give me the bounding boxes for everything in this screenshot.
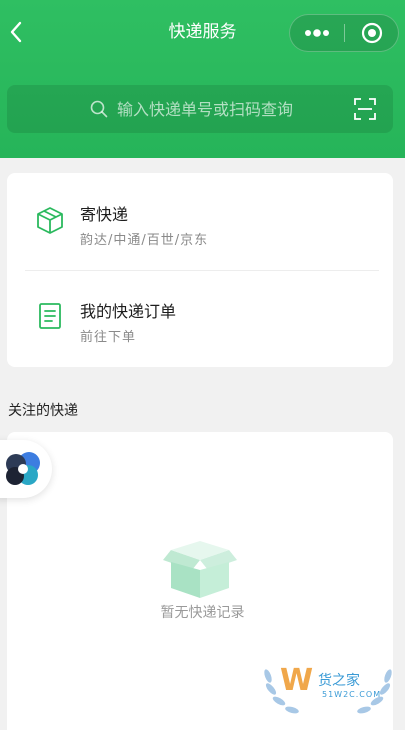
target-icon (361, 22, 383, 44)
more-dots-icon (305, 29, 329, 37)
search-icon (90, 100, 108, 118)
send-express-title: 寄快递 (80, 205, 129, 224)
my-orders-item[interactable]: 我的快递订单 前往下单 (7, 271, 393, 367)
header-bar: 快递服务 (0, 0, 405, 158)
aperture-icon (6, 452, 40, 485)
document-icon (39, 303, 61, 329)
more-button[interactable] (290, 15, 344, 51)
package-icon (37, 207, 63, 234)
services-card: 寄快递 韵达/中通/百世/京东 我的快递订单 前往下单 (7, 173, 393, 367)
send-express-subtitle: 韵达/中通/百世/京东 (80, 233, 209, 248)
followed-section-title: 关注的快递 (8, 403, 78, 419)
search-input[interactable] (117, 95, 337, 123)
empty-box-icon (163, 541, 237, 598)
scan-icon[interactable] (354, 98, 376, 120)
empty-state-text: 暂无快递记录 (160, 605, 245, 621)
my-orders-subtitle: 前往下单 (80, 330, 137, 345)
close-mini-program-button[interactable] (346, 15, 398, 51)
capsule-divider (344, 24, 345, 42)
watermark-brand: 货之家 (318, 673, 360, 689)
watermark-site: 51W2C.COM (322, 690, 382, 699)
my-orders-title: 我的快递订单 (80, 302, 177, 321)
mini-program-capsule (289, 14, 399, 52)
send-express-item[interactable]: 寄快递 韵达/中通/百世/京东 (7, 173, 393, 269)
search-bar[interactable] (7, 85, 393, 133)
svg-text:W: W (280, 663, 313, 698)
